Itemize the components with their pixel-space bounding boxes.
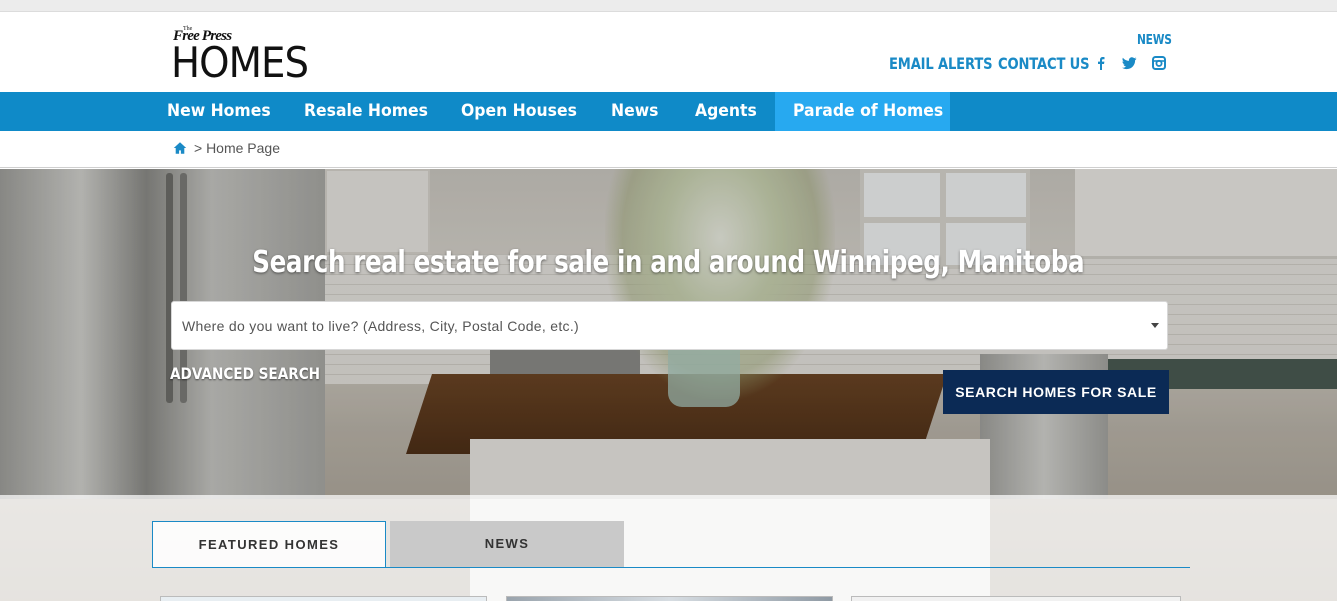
email-alerts-link[interactable]: EMAIL ALERTS [889,54,993,73]
hero-title: Search real estate for sale in and aroun… [252,245,1085,280]
dropdown-caret-icon[interactable] [1151,323,1159,328]
advanced-search-link[interactable]: ADVANCED SEARCH [170,364,320,383]
main-nav: New Homes Resale Homes Open Houses News … [0,92,1337,131]
browser-top-strip [0,0,1337,12]
breadcrumb-current: > Home Page [194,140,280,156]
nav-item-news[interactable]: News [611,92,663,131]
nav-item-resale-homes[interactable]: Resale Homes [304,92,439,131]
location-search-input[interactable]: Where do you want to live? (Address, Cit… [171,301,1168,350]
tab-news[interactable]: NEWS [390,521,624,567]
twitter-icon[interactable] [1122,56,1137,70]
site-header: The Free Press HOMES NEWS EMAIL ALERTS C… [0,12,1337,92]
featured-home-card[interactable] [851,596,1181,601]
nav-item-new-homes[interactable]: New Homes [167,92,280,131]
header-news-link[interactable]: NEWS [1137,33,1172,48]
nav-item-open-houses[interactable]: Open Houses [461,92,587,131]
logo-homes: HOMES [171,38,309,87]
featured-home-card[interactable] [506,596,833,601]
search-homes-button[interactable]: SEARCH HOMES FOR SALE [943,370,1169,414]
contact-us-link[interactable]: CONTACT US [998,54,1090,73]
free-press-homes-logo[interactable]: The Free Press HOMES [171,26,321,84]
home-icon[interactable] [173,141,187,155]
facebook-icon[interactable] [1094,56,1108,70]
breadcrumb: > Home Page [0,131,1337,168]
search-placeholder: Where do you want to live? (Address, Cit… [182,318,579,334]
nav-item-agents[interactable]: Agents [695,92,762,131]
instagram-icon[interactable] [1152,56,1166,70]
nav-item-parade-of-homes[interactable]: Parade of Homes [775,92,950,131]
tab-featured-homes[interactable]: FEATURED HOMES [152,521,386,568]
featured-home-card[interactable] [160,596,487,601]
tabs-underline [152,567,1190,568]
